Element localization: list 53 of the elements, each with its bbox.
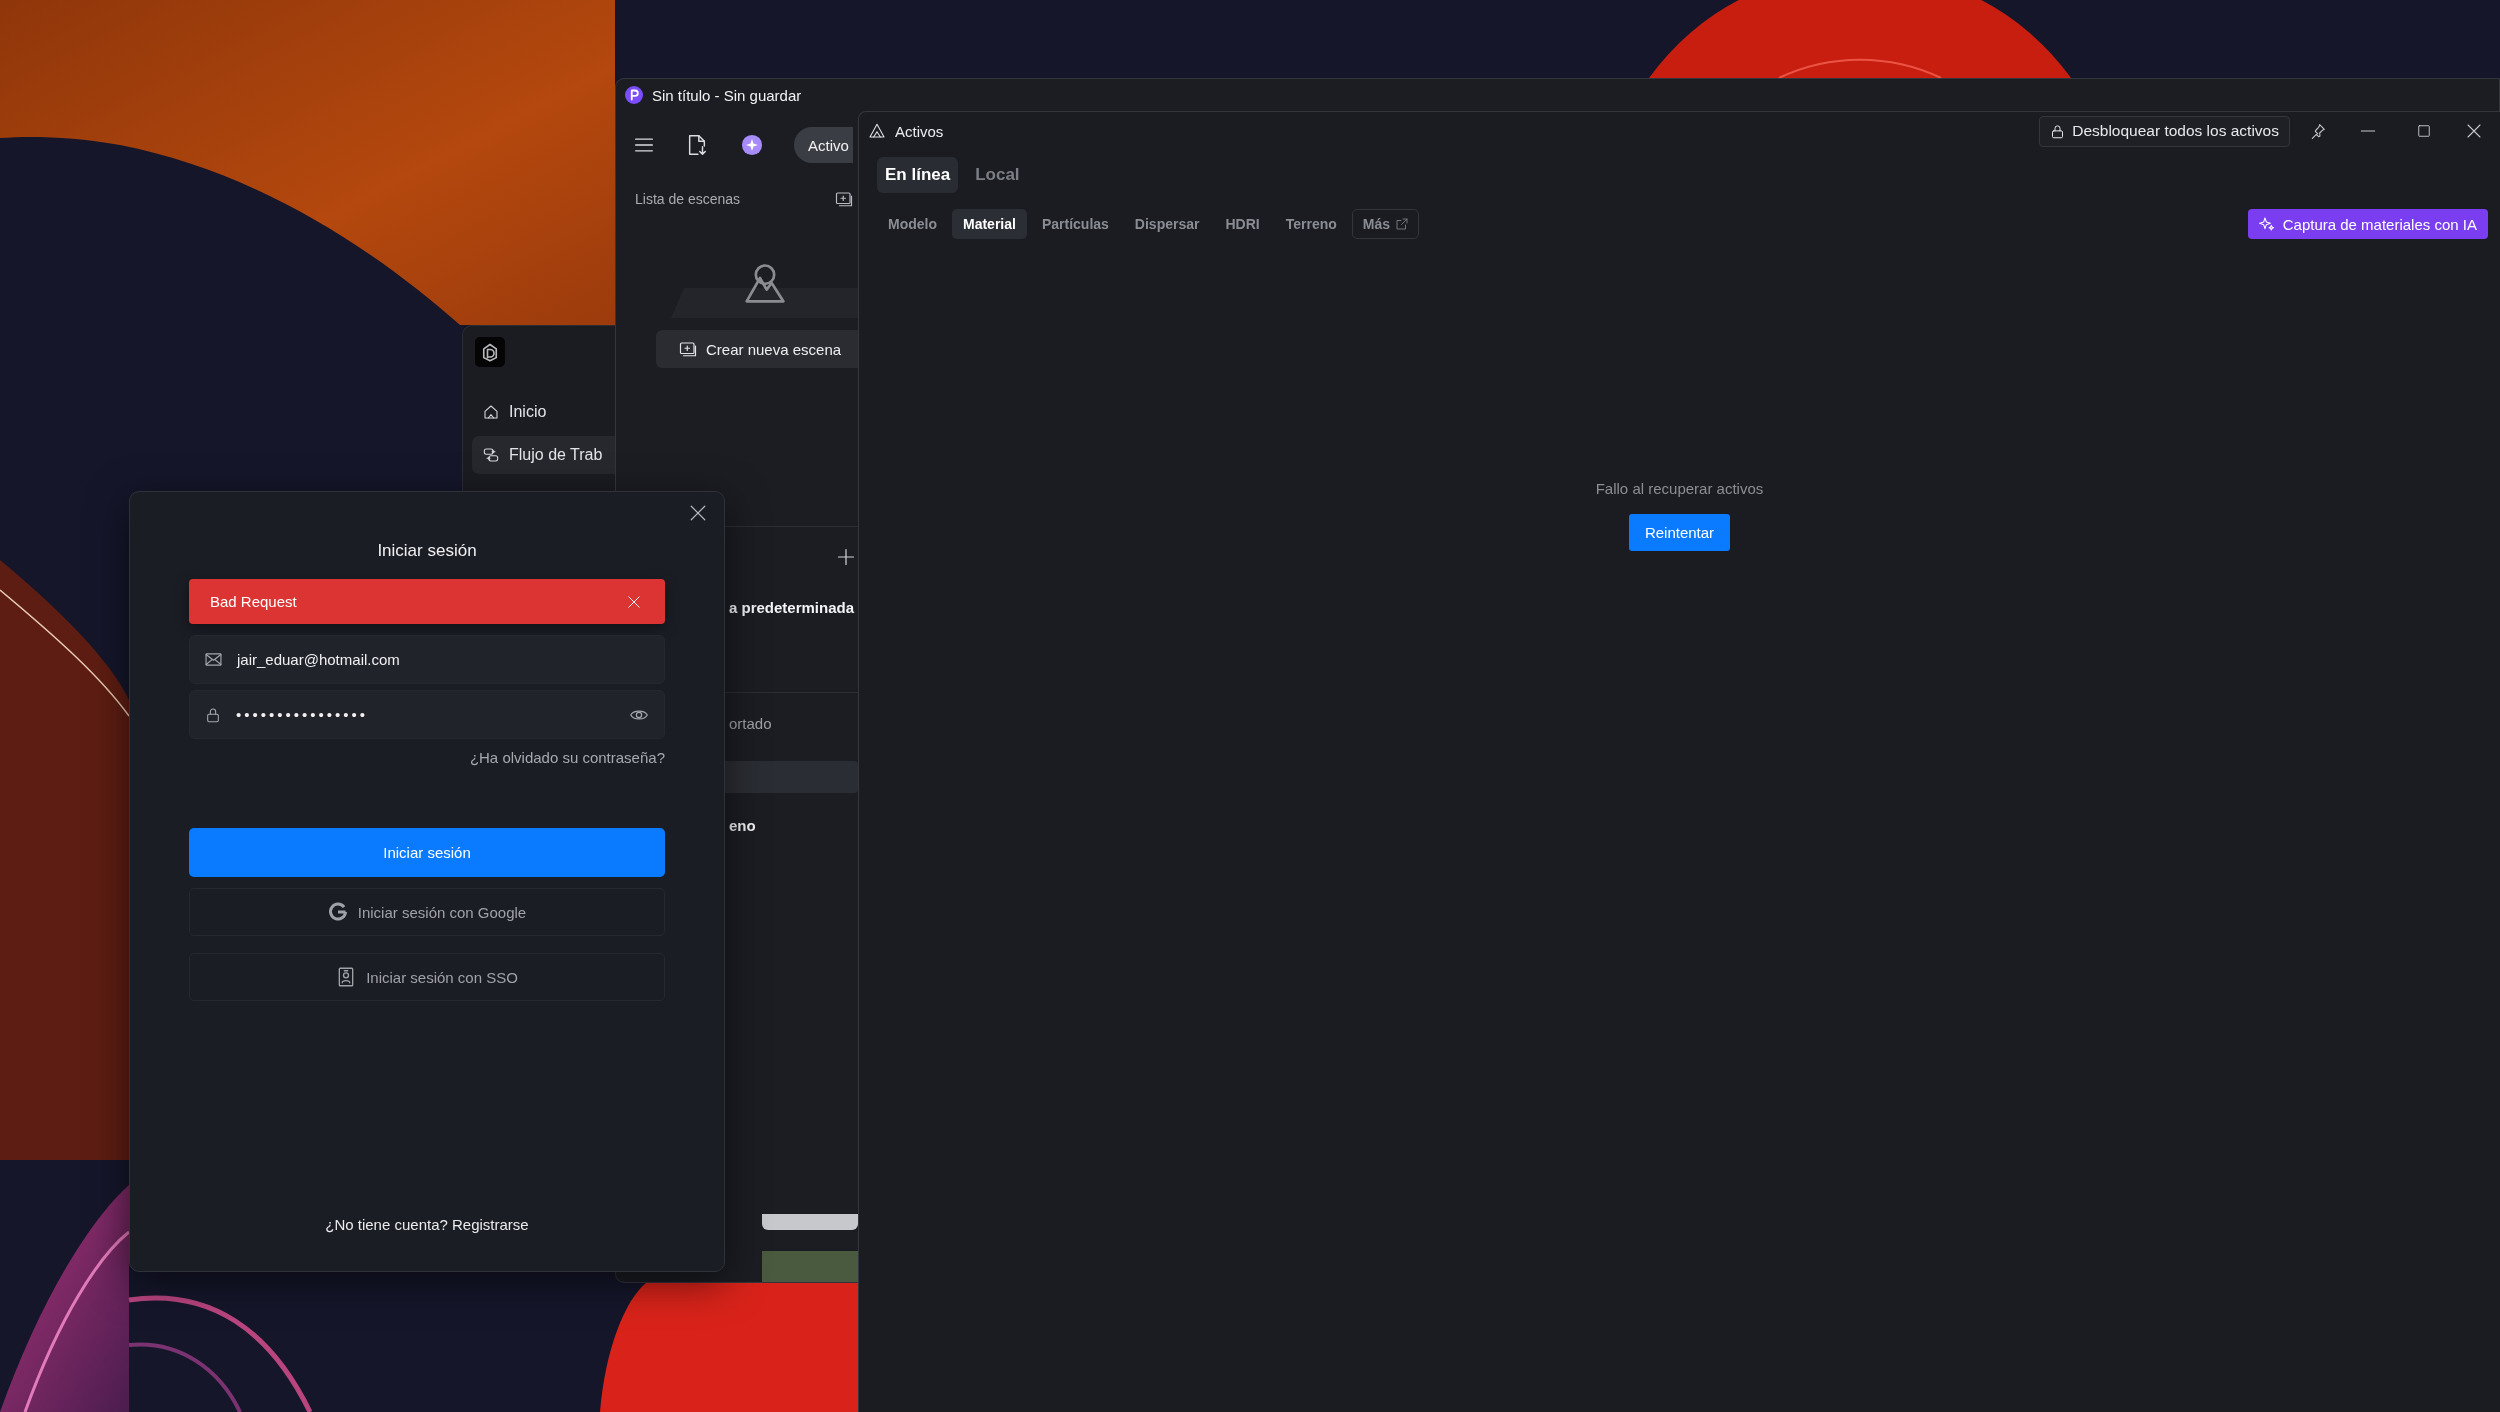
layer-name: a predeterminada — [729, 598, 855, 616]
category-tab[interactable]: Terreno — [1274, 209, 1348, 239]
logo-icon[interactable] — [475, 337, 505, 367]
sparkle-icon[interactable] — [741, 134, 763, 156]
forgot-password-link[interactable]: ¿Ha olvidado su contraseña? — [469, 748, 665, 768]
source-tab[interactable]: En línea — [877, 157, 959, 193]
pin-icon[interactable] — [2310, 123, 2326, 139]
close-icon[interactable] — [2466, 123, 2482, 139]
triangle-icon — [869, 123, 885, 139]
external-link-icon — [1396, 218, 1408, 230]
add-screen-icon — [679, 340, 697, 358]
sso-login-button[interactable]: Iniciar sesión con SSO — [189, 953, 665, 1001]
maximize-icon[interactable] — [2417, 124, 2431, 138]
category-tab[interactable]: Dispersar — [1123, 209, 1211, 239]
plus-icon[interactable] — [837, 548, 855, 566]
ai-capture-button[interactable]: Captura de materiales con IA — [2247, 209, 2488, 239]
category-tab[interactable]: HDRI — [1214, 209, 1271, 239]
close-icon[interactable] — [689, 504, 707, 522]
signup-link[interactable]: Registrarse — [452, 1216, 529, 1233]
lock-icon — [205, 706, 221, 723]
mountain-icon — [744, 263, 785, 303]
file-download-icon[interactable] — [686, 134, 708, 156]
add-screen-icon[interactable] — [835, 190, 853, 208]
category-tab[interactable]: Material — [952, 209, 1027, 239]
category-tab[interactable]: Modelo — [877, 209, 948, 239]
signup-text: ¿No tiene cuenta? Registrarse — [324, 1215, 530, 1235]
link-icon — [483, 447, 499, 463]
alert-message: Bad Request — [210, 593, 297, 610]
section-title: ortado — [729, 714, 772, 732]
source-tab[interactable]: Local — [967, 157, 1028, 193]
app-logo-icon — [625, 86, 643, 104]
google-login-button[interactable]: Iniciar sesión con Google — [189, 888, 665, 936]
login-button[interactable]: Iniciar sesión — [189, 828, 665, 877]
sidebar-item[interactable]: Flujo de Trab — [472, 436, 615, 474]
email-field[interactable]: jair_eduar@hotmail.com — [189, 635, 665, 684]
section-title: Lista de escenas — [635, 191, 741, 207]
sidebar-item[interactable]: Inicio — [472, 393, 615, 431]
home-icon — [483, 404, 499, 420]
category-tab[interactable]: Partículas — [1030, 209, 1120, 239]
window-title: Sin título - Sin guardar — [652, 86, 802, 104]
unlock-button[interactable]: Desbloquear todos los activos — [2039, 115, 2290, 147]
mail-icon — [205, 651, 222, 668]
lock-icon — [2050, 123, 2066, 139]
more-link[interactable]: Más — [1351, 209, 1419, 239]
window-title: Activos — [895, 122, 944, 140]
google-icon — [327, 902, 348, 922]
toolbar-tab[interactable]: Activo — [794, 127, 853, 163]
retry-button[interactable]: Reintentar — [1628, 514, 1731, 551]
password-field[interactable]: •••••••••••••••• — [189, 690, 665, 739]
create-scene-button[interactable]: Crear nueva escena — [656, 330, 858, 368]
error-message: Fallo al recuperar activos — [1595, 479, 1764, 499]
sparkles-icon — [2258, 216, 2275, 232]
dialog-title: Iniciar sesión — [376, 540, 478, 562]
